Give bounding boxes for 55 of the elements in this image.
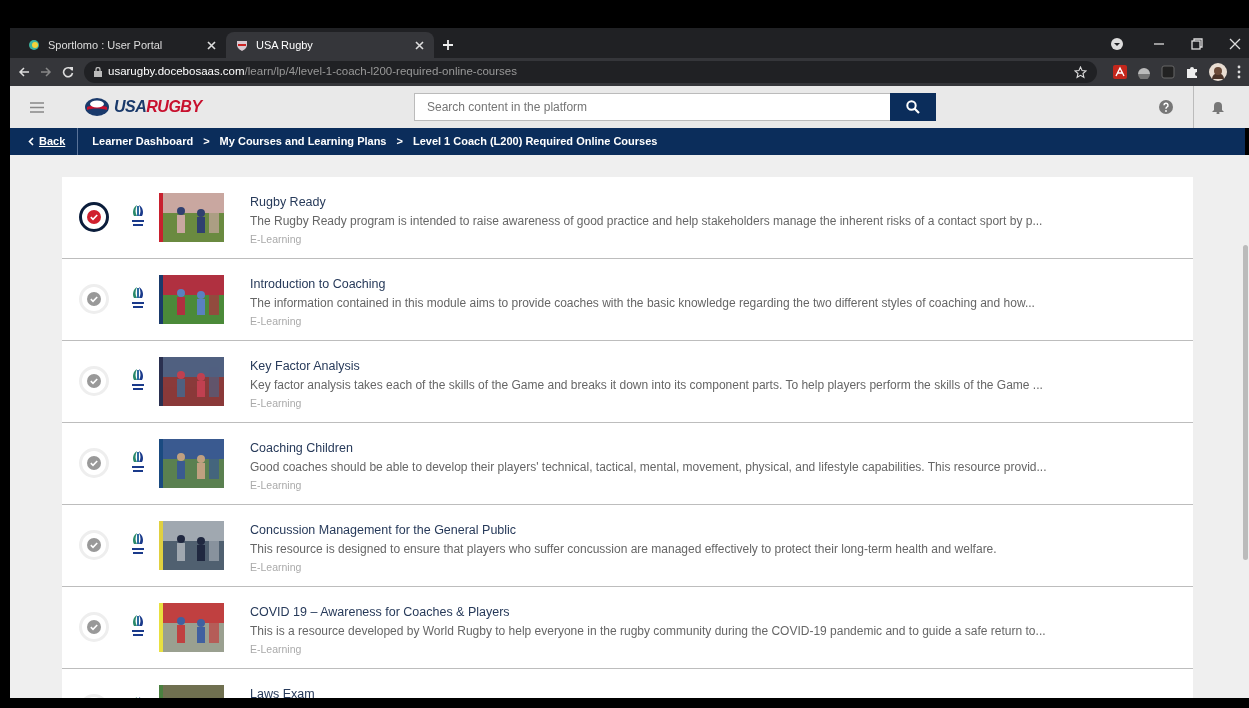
reload-icon[interactable] <box>62 66 74 78</box>
puzzle-icon[interactable] <box>1185 65 1199 79</box>
address-bar[interactable]: usarugby.docebosaas.com/learn/lp/4/level-1-coach-l200-required-online-courses <box>84 61 1097 83</box>
chevron-left-icon <box>28 137 34 146</box>
logo-icon <box>84 97 110 117</box>
browser-tab[interactable]: Sportlomo : User Portal <box>18 32 226 58</box>
search-icon <box>906 100 920 114</box>
search-button[interactable] <box>890 93 936 121</box>
breadcrumb-separator: > <box>203 134 210 150</box>
back-arrow-icon[interactable] <box>18 66 30 78</box>
help-icon[interactable] <box>1159 100 1173 114</box>
course-title[interactable]: Rugby Ready <box>250 193 1043 212</box>
course-description: Key factor analysis takes each of the skills of the Game and breaks it down into its component parts. To help players perform the skills of the Game ... <box>250 376 1043 394</box>
course-type: E-Learning <box>250 395 303 411</box>
breadcrumb-link[interactable]: My Courses and Learning Plans <box>219 133 387 150</box>
extension-icon[interactable] <box>1137 65 1151 79</box>
course-description: This resource is designed to ensure that players who suffer concussion are managed effectively to protect their long-term health and welfare. <box>250 540 997 558</box>
restore-icon[interactable] <box>1191 38 1203 50</box>
shield-icon <box>236 39 248 51</box>
notification-bell-icon[interactable] <box>1212 100 1224 114</box>
site-icon <box>28 39 40 51</box>
course-title[interactable]: Key Factor Analysis <box>250 357 1043 376</box>
search-field[interactable]: Search content in the platform <box>414 93 890 121</box>
scrollbar[interactable] <box>1243 245 1248 560</box>
close-icon[interactable] <box>415 40 424 50</box>
forward-arrow-icon <box>40 66 52 78</box>
course-description: The information contained in this module aims to provide coaches with the basic knowledge regarding the two different styles of coaching and how... <box>250 294 1035 312</box>
course-title[interactable]: COVID 19 – Awareness for Coaches & Players <box>250 603 1046 622</box>
close-icon[interactable] <box>1229 38 1241 50</box>
menu-icon[interactable] <box>1237 65 1241 79</box>
course-description: Good coaches should be able to develop their players' technical, tactical, mental, movement, physical, and lifestyle capabilities. This resource provid... <box>250 458 1047 476</box>
pdf-icon[interactable] <box>1113 65 1127 79</box>
lock-icon <box>94 67 102 77</box>
course-type: E-Learning <box>250 231 303 247</box>
browser-tab[interactable]: USA Rugby <box>226 32 434 58</box>
course-title[interactable]: Introduction to Coaching <box>250 275 1035 294</box>
breadcrumb-link[interactable]: Learner Dashboard <box>92 133 194 150</box>
breadcrumb-separator: > <box>396 134 403 150</box>
course-description: The Rugby Ready program is intended to raise awareness of good practice and help stakeholders manage the inherent risks of a contact sport by p... <box>250 212 1043 230</box>
new-tab-icon[interactable] <box>442 39 454 51</box>
star-icon[interactable] <box>1074 65 1087 79</box>
course-title[interactable]: Laws Exam <box>250 685 315 698</box>
breadcrumb-current: Level 1 Coach (L200) Required Online Courses <box>412 134 658 150</box>
course-description: This is a resource developed by World Rugby to help everyone in the rugby community during the COVID-19 pandemic and to guide a safe return to... <box>250 622 1046 640</box>
logo[interactable]: USARUGBY <box>84 95 414 119</box>
course-type: E-Learning <box>250 477 303 493</box>
avatar-icon[interactable] <box>1209 63 1227 81</box>
course-type: E-Learning <box>250 313 303 329</box>
close-icon[interactable] <box>207 40 216 50</box>
course-title[interactable]: Coaching Children <box>250 439 1047 458</box>
course-type: E-Learning <box>250 641 303 657</box>
url-text: usarugby.docebosaas.com/learn/lp/4/level-1-coach-l200-required-online-courses <box>108 64 517 80</box>
course-type: E-Learning <box>250 559 303 575</box>
dropdown-icon[interactable] <box>1111 38 1123 50</box>
course-title[interactable]: Concussion Management for the General Public <box>250 521 997 540</box>
